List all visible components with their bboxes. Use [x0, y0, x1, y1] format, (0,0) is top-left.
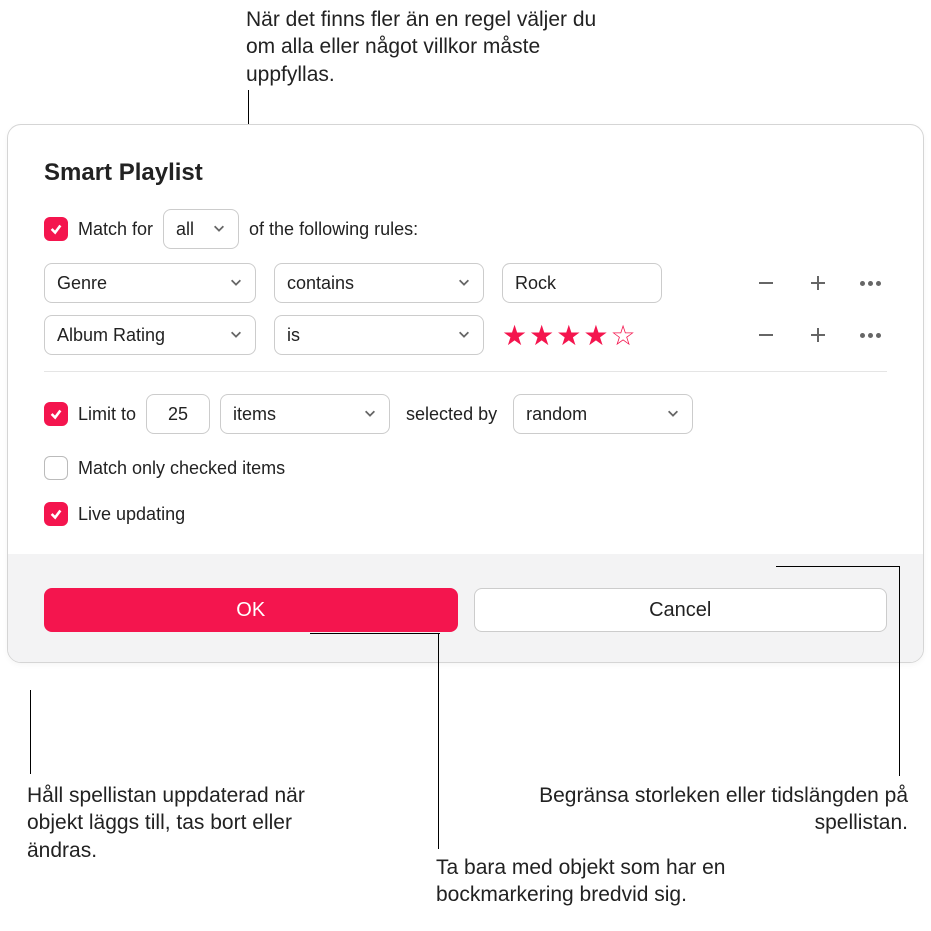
annotation-limit: Begränsa storleken eller tidslängden på … — [508, 782, 908, 837]
add-rule-button[interactable] — [801, 318, 835, 352]
rule-value-text: Rock — [515, 273, 556, 294]
rule-field-select[interactable]: Genre — [44, 263, 256, 303]
annotation-live-updating: Håll spellistan uppdaterad när objekt lä… — [27, 782, 327, 864]
rule-value-input[interactable]: Rock — [502, 263, 662, 303]
callout-line — [30, 690, 31, 774]
rule-field-select[interactable]: Album Rating — [44, 315, 256, 355]
limit-mid-label: selected by — [406, 404, 497, 425]
rule-operator-value: contains — [287, 273, 354, 294]
match-mode-select[interactable]: all — [163, 209, 239, 249]
rule-row: Genre contains Rock — [44, 263, 887, 303]
rule-operator-select[interactable]: is — [274, 315, 484, 355]
star-icon: ★ — [556, 319, 581, 352]
chevron-down-icon — [353, 404, 377, 425]
callout-line — [776, 566, 900, 567]
dialog-title: Smart Playlist — [44, 159, 887, 187]
match-mode-value: all — [176, 219, 194, 240]
limit-count-value: 25 — [168, 404, 188, 425]
rule-field-value: Genre — [57, 273, 107, 294]
rule-field-value: Album Rating — [57, 325, 165, 346]
limit-by-select[interactable]: random — [513, 394, 693, 434]
remove-rule-button[interactable] — [749, 266, 783, 300]
star-icon: ★ — [502, 319, 527, 352]
plus-icon — [807, 272, 829, 294]
rule-operator-select[interactable]: contains — [274, 263, 484, 303]
rule-operator-value: is — [287, 325, 300, 346]
match-for-row: Match for all of the following rules: — [44, 209, 887, 249]
chevron-down-icon — [447, 273, 471, 294]
limit-unit-value: items — [233, 404, 276, 425]
chevron-down-icon — [219, 325, 243, 346]
match-only-checked-checkbox[interactable] — [44, 456, 68, 480]
callout-line — [438, 633, 439, 849]
ok-button[interactable]: OK — [44, 588, 458, 632]
minus-icon — [755, 324, 777, 346]
more-rule-button[interactable] — [853, 266, 887, 300]
chevron-down-icon — [447, 325, 471, 346]
live-updating-checkbox[interactable] — [44, 502, 68, 526]
smart-playlist-dialog: Smart Playlist Match for all of the foll… — [7, 124, 924, 663]
match-checkbox[interactable] — [44, 217, 68, 241]
callout-line — [899, 566, 900, 776]
limit-label: Limit to — [78, 404, 136, 425]
more-icon — [860, 333, 881, 338]
limit-checkbox[interactable] — [44, 402, 68, 426]
limit-unit-select[interactable]: items — [220, 394, 390, 434]
chevron-down-icon — [656, 404, 680, 425]
limit-by-value: random — [526, 404, 587, 425]
more-rule-button[interactable] — [853, 318, 887, 352]
star-icon: ★ — [583, 319, 608, 352]
chevron-down-icon — [219, 273, 243, 294]
rule-stars-input[interactable]: ★ ★ ★ ★ ☆ — [502, 319, 662, 352]
cancel-button[interactable]: Cancel — [474, 588, 888, 632]
match-label-after: of the following rules: — [249, 219, 418, 240]
annotation-match-rule: När det finns fler än en regel väljer du… — [246, 6, 606, 88]
dialog-footer: OK Cancel — [8, 554, 923, 662]
minus-icon — [755, 272, 777, 294]
callout-line — [310, 633, 440, 634]
remove-rule-button[interactable] — [749, 318, 783, 352]
match-only-checked-row: Match only checked items — [44, 456, 887, 480]
limit-row: Limit to 25 items selected by random — [44, 394, 887, 434]
chevron-down-icon — [202, 219, 226, 240]
add-rule-button[interactable] — [801, 266, 835, 300]
live-updating-label: Live updating — [78, 504, 185, 525]
rule-row: Album Rating is ★ ★ ★ ★ ☆ — [44, 315, 887, 355]
star-icon: ★ — [529, 319, 554, 352]
plus-icon — [807, 324, 829, 346]
match-label-before: Match for — [78, 219, 153, 240]
star-empty-icon: ☆ — [610, 319, 635, 352]
limit-count-input[interactable]: 25 — [146, 394, 210, 434]
live-updating-row: Live updating — [44, 502, 887, 526]
divider — [44, 371, 887, 372]
match-only-checked-label: Match only checked items — [78, 458, 285, 479]
annotation-match-only-checked: Ta bara med objekt som har en bockmarker… — [436, 854, 856, 909]
more-icon — [860, 281, 881, 286]
